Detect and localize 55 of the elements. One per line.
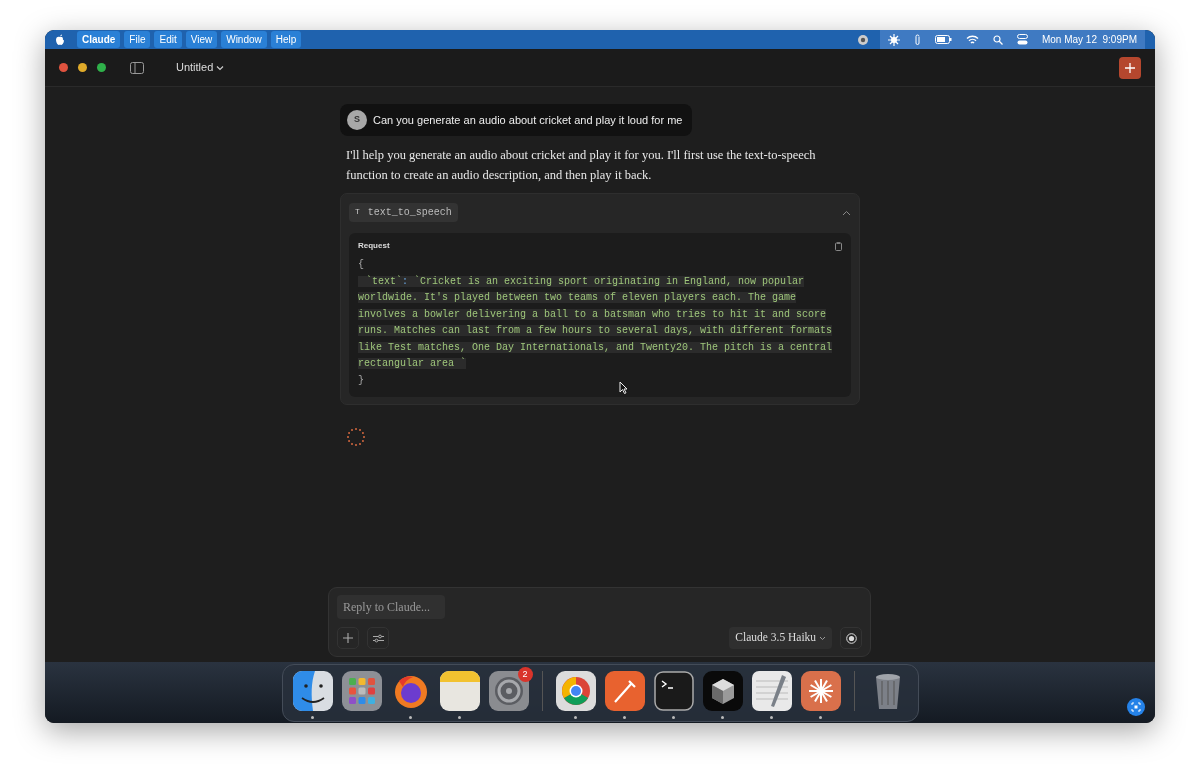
text-editor-app-icon[interactable] (751, 671, 792, 711)
section-label: Request (358, 240, 390, 252)
paperclip-icon[interactable] (913, 33, 921, 46)
menu-item[interactable]: Help (270, 31, 302, 48)
plus-icon (1125, 62, 1135, 73)
search-icon[interactable] (992, 34, 1003, 45)
pointer-icon (619, 381, 628, 394)
menu-item[interactable]: View (185, 31, 218, 48)
plus-icon (343, 633, 353, 643)
clipboard-icon[interactable] (835, 241, 842, 251)
starburst-app-icon[interactable] (800, 671, 841, 711)
message-text: Can you generate an audio about cricket and play it loud for me (373, 112, 683, 128)
code-line: } (358, 373, 364, 388)
app-icon[interactable] (604, 671, 645, 711)
close-button[interactable] (59, 63, 68, 72)
chevron-down-icon (819, 636, 826, 642)
menu-item[interactable]: File (124, 31, 151, 48)
chevron-up-icon[interactable] (842, 209, 851, 216)
apple-icon[interactable] (55, 34, 65, 45)
assistant-message: I'll help you generate an audio about cricket and play it for you. I'll first use the text-to-speech function to create an audio description, and then play it back. (345, 147, 817, 184)
terminal-app-icon[interactable] (653, 671, 694, 711)
chevron-down-icon (216, 65, 225, 72)
sun-icon[interactable] (887, 33, 900, 46)
loading-spinner-icon (346, 427, 366, 447)
screen-capture-button[interactable] (1127, 698, 1145, 716)
app-grid-icon[interactable] (341, 671, 382, 711)
sidebar-icon[interactable] (130, 61, 144, 74)
capture-icon (1131, 702, 1141, 712)
battery-icon[interactable] (934, 35, 952, 44)
sliders-icon (372, 633, 384, 643)
avatar: S (347, 110, 367, 130)
smiling-face-app-icon[interactable] (292, 671, 333, 711)
document-title[interactable]: Untitled (176, 59, 225, 76)
tool-name: text_to_speech (367, 205, 452, 220)
add-button[interactable] (337, 627, 359, 649)
record-button[interactable] (840, 627, 862, 649)
record-icon (845, 632, 857, 644)
browser-app-icon[interactable] (555, 671, 596, 711)
zoom-button[interactable] (97, 63, 106, 72)
record-icon[interactable] (857, 34, 868, 45)
reply-input[interactable]: Reply to Claude... (337, 595, 445, 619)
menu-item[interactable]: Window (221, 31, 267, 48)
model-selector[interactable]: Claude 3.5 Haiku (729, 627, 832, 649)
wifi-icon[interactable] (965, 34, 979, 45)
new-chat-button[interactable] (1119, 56, 1141, 79)
tool-chip[interactable]: T text_to_speech (349, 202, 458, 222)
code-line: { (358, 258, 364, 272)
toggle-icon[interactable] (1016, 34, 1028, 45)
settings-button[interactable] (367, 627, 389, 649)
minimize-button[interactable] (78, 63, 87, 72)
tool-type-label: T (355, 206, 360, 218)
menu-item[interactable]: Edit (154, 31, 182, 48)
notepad-app-icon[interactable] (439, 671, 480, 711)
cube-app-icon[interactable] (702, 671, 743, 711)
menu-item[interactable]: Claude (77, 31, 121, 48)
